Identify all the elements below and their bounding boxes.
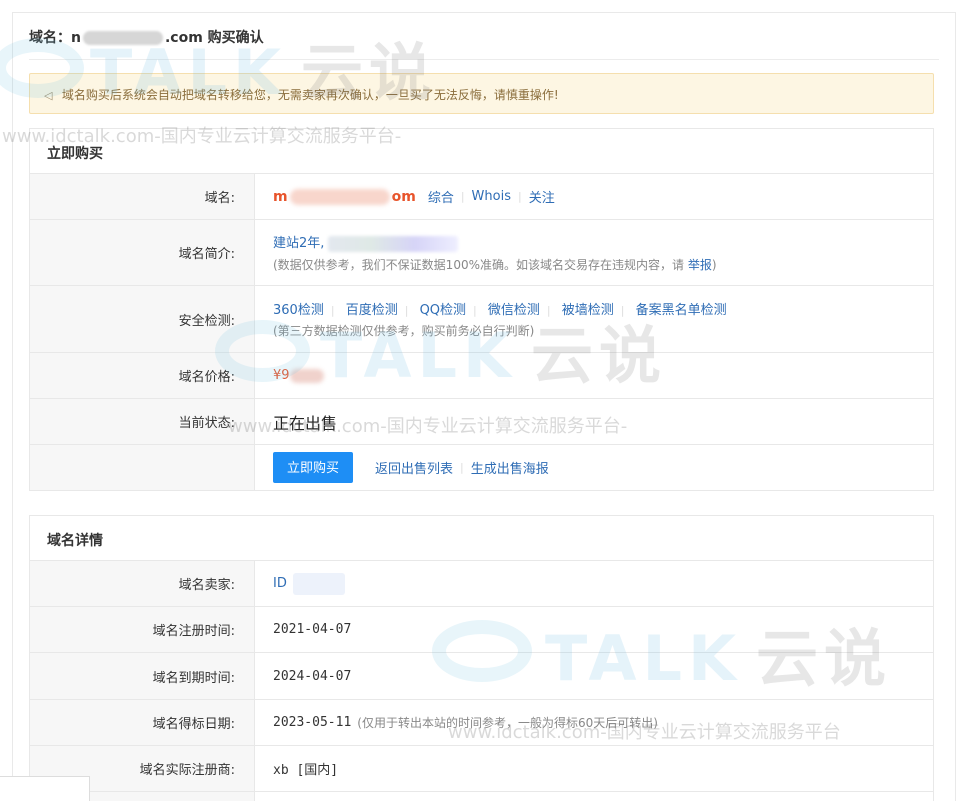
detail-row (30, 792, 933, 801)
detail-row: 域名得标日期: 2023-05-11 (仅用于转出本站的时间参考，一般为得标60天… (30, 700, 933, 746)
divider (29, 59, 939, 60)
notice-text: 域名购买后系统会自动把域名转移给您，无需卖家再次确认，一旦买了无法反悔，请慎重操… (61, 88, 559, 102)
masked-domain (82, 31, 163, 45)
detail-panel: 域名详情 域名卖家: ID 域名注册时间: 2021-04-07 域名到期时间:… (29, 515, 934, 801)
detail-panel-heading: 域名详情 (30, 516, 933, 561)
speaker-icon: ◁ (44, 89, 53, 102)
link-overview[interactable]: 综合 (428, 187, 454, 206)
purchase-notice: ◁ 域名购买后系统会自动把域名转移给您，无需卖家再次确认，一旦买了无法反悔，请慎… (29, 73, 934, 114)
check-wechat-link[interactable]: 微信检测 (488, 303, 540, 318)
report-link[interactable]: 举报 (688, 258, 712, 272)
detail-row: 域名到期时间: 2024-04-07 (30, 653, 933, 700)
status-row: 当前状态: 正在出售 (30, 399, 933, 445)
security-label: 安全检测: (30, 286, 255, 352)
purchase-confirm-page: 域名：n .com 购买确认 ◁ 域名购买后系统会自动把域名转移给您，无需卖家再次… (12, 12, 956, 801)
link-whois[interactable]: Whois (472, 189, 511, 204)
buy-now-button[interactable]: 立即购买 (273, 452, 354, 483)
award-date-value: 2023-05-11 (273, 715, 352, 730)
registrar-value: xb [国内] (273, 763, 339, 778)
status-label: 当前状态: (30, 399, 255, 444)
expiry-date-value: 2024-04-07 (273, 668, 352, 684)
corner-box (0, 776, 90, 801)
expiry-date-label: 域名到期时间: (30, 653, 255, 699)
seller-id[interactable]: ID (273, 576, 287, 591)
price-value: ¥9 (273, 368, 933, 383)
domain-name: m om (273, 188, 416, 205)
status-value: 正在出售 (273, 413, 338, 433)
check-wall-link[interactable]: 被墙检测 (562, 303, 614, 318)
reg-date-label: 域名注册时间: (30, 607, 255, 652)
seller-label: 域名卖家: (30, 561, 255, 606)
intro-label: 域名简介: (30, 220, 255, 285)
action-row: 立即购买 返回出售列表 | 生成出售海报 (30, 445, 933, 490)
price-label: 域名价格: (30, 353, 255, 398)
generate-poster-link[interactable]: 生成出售海报 (471, 458, 549, 477)
domain-label: 域名: (30, 174, 255, 219)
domain-row: 域名: m om 综合 | Whois | 关注 (30, 174, 933, 220)
reg-date-value: 2021-04-07 (273, 622, 352, 637)
detail-row: 域名实际注册商: xb [国内] (30, 746, 933, 792)
security-note: (第三方数据检测仅供参考，购买前务必自行判断) (273, 324, 535, 338)
detail-row: 域名注册时间: 2021-04-07 (30, 607, 933, 653)
check-baidu-link[interactable]: 百度检测 (346, 303, 398, 318)
buy-panel-heading: 立即购买 (30, 129, 933, 174)
intro-note: (数据仅供参考，我们不保证数据100%准确。如该域名交易存在违规内容，请 举报) (273, 257, 717, 272)
check-360-link[interactable]: 360检测 (273, 303, 324, 318)
award-date-note: (仅用于转出本站的时间参考，一般为得标60天后可转出) (357, 716, 658, 730)
check-qq-link[interactable]: QQ检测 (420, 303, 466, 318)
price-row: 域名价格: ¥9 (30, 353, 933, 399)
intro-text[interactable]: 建站2年, (273, 236, 324, 251)
check-icp-blacklist-link[interactable]: 备案黑名单检测 (636, 303, 727, 318)
buy-panel: 立即购买 域名: m om 综合 | Whois | 关注 域名简介: 建站2年,… (29, 128, 934, 491)
page-title: 域名：n .com 购买确认 (29, 30, 264, 46)
back-to-list-link[interactable]: 返回出售列表 (375, 458, 453, 477)
award-date-label: 域名得标日期: (30, 700, 255, 745)
link-follow[interactable]: 关注 (529, 187, 555, 206)
detail-row: 域名卖家: ID (30, 561, 933, 607)
intro-row: 域名简介: 建站2年, (数据仅供参考，我们不保证数据100%准确。如该域名交易… (30, 220, 933, 286)
security-row: 安全检测: 360检测 | 百度检测 | QQ检测 | 微信检测 | 被墙检测 | 备案黑… (30, 286, 933, 353)
